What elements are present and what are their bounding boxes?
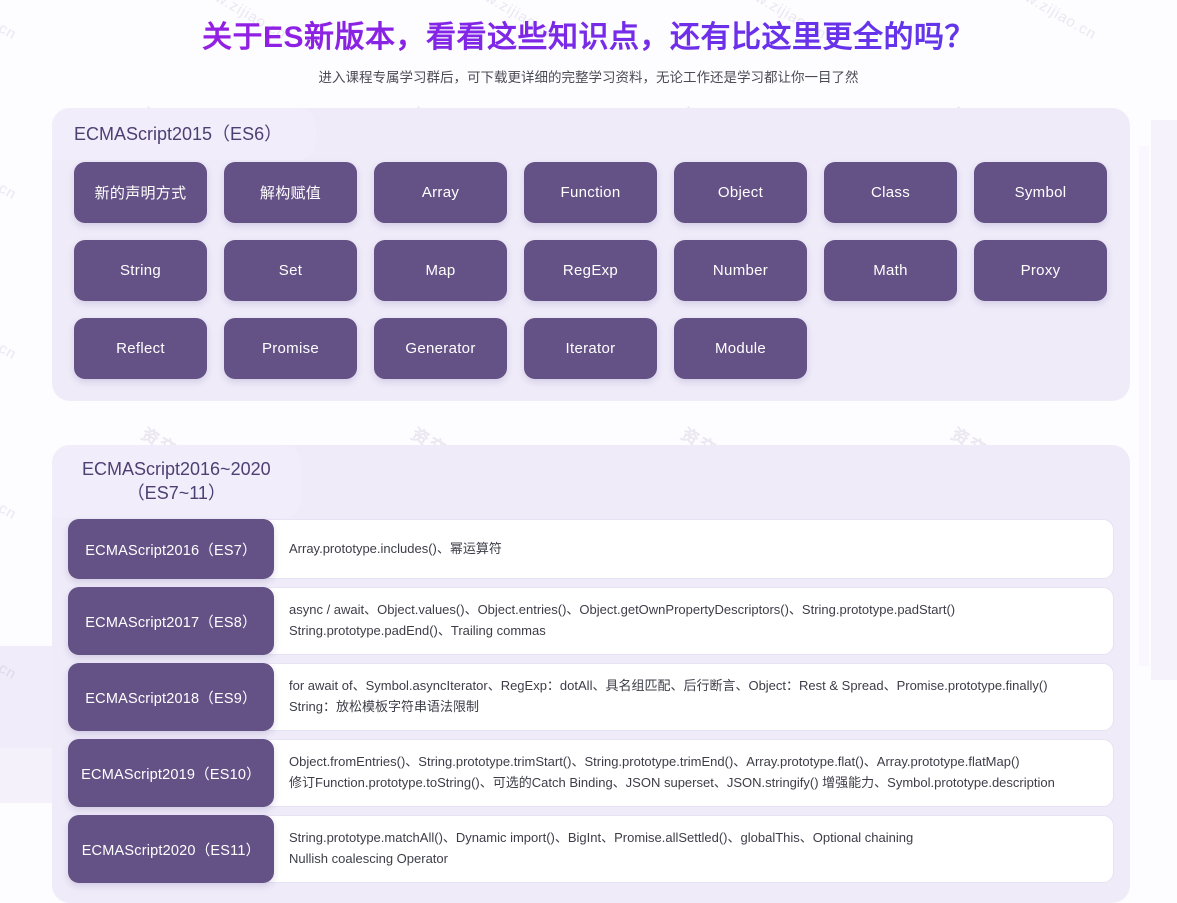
es6-tile[interactable]: Generator	[374, 318, 507, 379]
es711-row: ECMAScript2019（ES10） Object.fromEntries()…	[68, 739, 1114, 807]
es6-section: ECMAScript2015（ES6） 新的声明方式解构赋值 Array Funct…	[52, 108, 1177, 401]
es6-tile[interactable]: String	[74, 240, 207, 301]
es6-tile[interactable]: Object	[674, 162, 807, 223]
es711-feature-line: String：放松模板字符串语法限制	[289, 697, 1099, 718]
es711-section: ECMAScript2016~2020 （ES7~11） ECMAScript2…	[52, 445, 1177, 903]
es6-tile[interactable]: Math	[824, 240, 957, 301]
es711-row-label[interactable]: ECMAScript2020（ES11）	[68, 815, 274, 883]
es711-section-tab-label-line1: ECMAScript2016~2020	[82, 457, 271, 481]
es6-tile[interactable]: 解构赋值	[224, 162, 357, 223]
es711-row-content: String.prototype.matchAll()、Dynamic impo…	[268, 815, 1114, 883]
es711-row-content: Object.fromEntries()、String.prototype.tr…	[268, 739, 1114, 807]
es6-section-tab-label: ECMAScript2015（ES6）	[74, 122, 282, 146]
es6-tile[interactable]: Function	[524, 162, 657, 223]
es6-tile[interactable]: Iterator	[524, 318, 657, 379]
es711-feature-line: for await of、Symbol.asyncIterator、RegExp…	[289, 676, 1099, 697]
es711-card: ECMAScript2016~2020 （ES7~11） ECMAScript2…	[52, 445, 1130, 903]
page-subtitle: 进入课程专属学习群后，可下载更详细的完整学习资料，无论工作还是学习都让你一目了然	[0, 66, 1177, 86]
watermark-text: 资交网 www.zijiao.cn	[0, 580, 23, 684]
es6-tile[interactable]: Reflect	[74, 318, 207, 379]
watermark-text: 资交网 www.zijiao.cn	[0, 260, 23, 364]
es6-tile[interactable]: Set	[224, 240, 357, 301]
es711-row: ECMAScript2020（ES11） String.prototype.mat…	[68, 815, 1114, 883]
es6-tile[interactable]: Class	[824, 162, 957, 223]
es6-tile[interactable]: 新的声明方式	[74, 162, 207, 223]
es6-tile[interactable]: Array	[374, 162, 507, 223]
es711-row-label[interactable]: ECMAScript2019（ES10）	[68, 739, 274, 807]
es6-tile[interactable]: Proxy	[974, 240, 1107, 301]
es6-tile[interactable]: Module	[674, 318, 807, 379]
es6-tile[interactable]: Promise	[224, 318, 357, 379]
es711-row: ECMAScript2016（ES7） Array.prototype.inclu…	[68, 519, 1114, 579]
es711-row-content: for await of、Symbol.asyncIterator、RegExp…	[268, 663, 1114, 731]
es711-row-label[interactable]: ECMAScript2017（ES8）	[68, 587, 274, 655]
es711-section-tab: ECMAScript2016~2020 （ES7~11）	[52, 445, 301, 518]
es711-row-content: async / await、Object.values()、Object.ent…	[268, 587, 1114, 655]
es6-section-tab: ECMAScript2015（ES6）	[52, 108, 316, 160]
es711-row: ECMAScript2017（ES8） async / await、Object.…	[68, 587, 1114, 655]
es711-section-tab-label-line2: （ES7~11）	[82, 481, 271, 505]
es711-feature-line: Nullish coalescing Operator	[289, 849, 1099, 870]
es711-row: ECMAScript2018（ES9） for await of、Symbol.a…	[68, 663, 1114, 731]
es711-row-label[interactable]: ECMAScript2016（ES7）	[68, 519, 274, 579]
es6-card: ECMAScript2015（ES6） 新的声明方式解构赋值 Array Funct…	[52, 108, 1130, 401]
es711-feature-line: 修订Function.prototype.toString()、可选的Catch…	[289, 773, 1099, 794]
watermark-text: 资交网 www.zijiao.cn	[0, 740, 23, 803]
es6-tile[interactable]: Map	[374, 240, 507, 301]
es711-feature-line: String.prototype.padEnd()、Trailing comma…	[289, 621, 1099, 642]
es711-feature-line: async / await、Object.values()、Object.ent…	[289, 600, 1099, 621]
es6-feature-grid: 新的声明方式解构赋值 Array Function Object Class Symbol…	[70, 162, 1112, 379]
es711-feature-line: Object.fromEntries()、String.prototype.tr…	[289, 752, 1099, 773]
es6-tile[interactable]: Symbol	[974, 162, 1107, 223]
es711-row-label[interactable]: ECMAScript2018（ES9）	[68, 663, 274, 731]
es6-tile[interactable]: RegExp	[524, 240, 657, 301]
es711-version-list: ECMAScript2016（ES7） Array.prototype.inclu…	[68, 519, 1114, 883]
page-header: 关于ES新版本，看看这些知识点，还有比这里更全的吗？ 进入课程专属学习群后，可下…	[0, 0, 1177, 86]
es711-feature-line: String.prototype.matchAll()、Dynamic impo…	[289, 828, 1099, 849]
es6-tile[interactable]: Number	[674, 240, 807, 301]
es711-feature-line: Array.prototype.includes()、幂运算符	[289, 539, 1099, 560]
watermark-text: 资交网 www.zijiao.cn	[0, 100, 23, 204]
page-title: 关于ES新版本，看看这些知识点，还有比这里更全的吗？	[0, 12, 1177, 56]
es711-row-content: Array.prototype.includes()、幂运算符	[268, 519, 1114, 579]
watermark-text: 资交网 www.zijiao.cn	[0, 420, 23, 524]
